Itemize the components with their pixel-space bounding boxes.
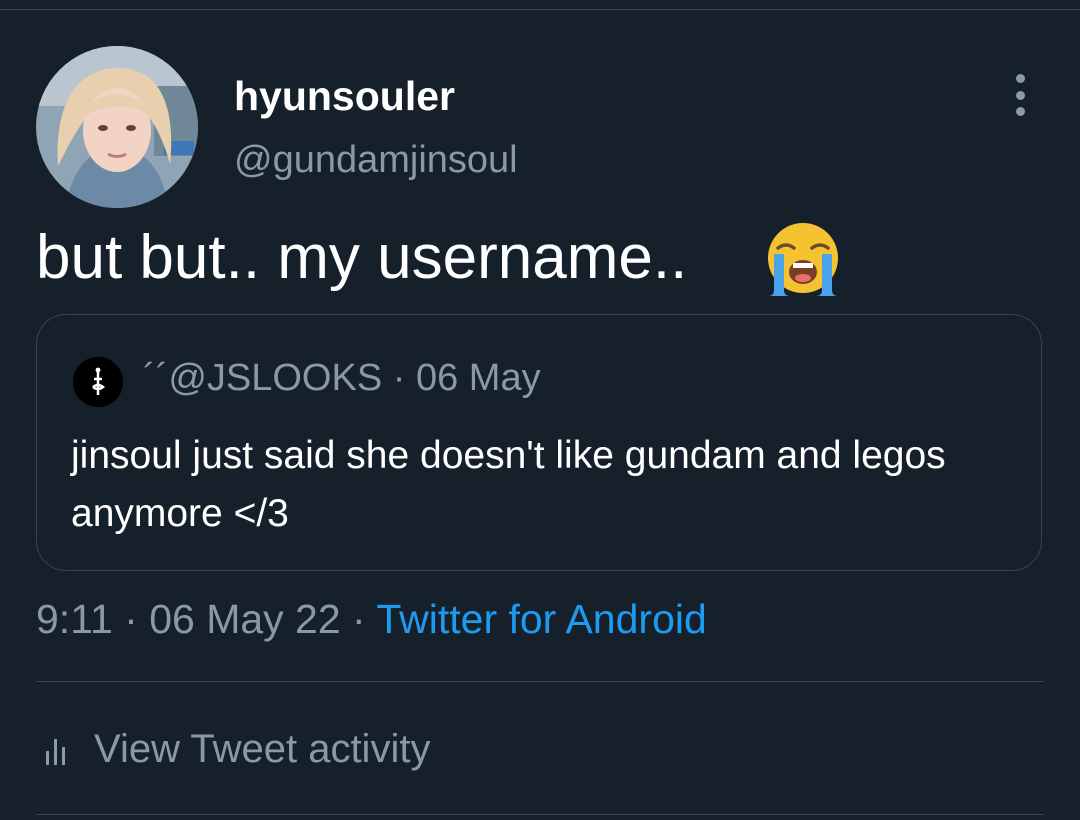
meta-separator: · bbox=[112, 596, 150, 642]
bar-chart-icon bbox=[46, 739, 65, 765]
display-name[interactable]: hyunsouler bbox=[234, 72, 455, 120]
quoted-avatar-logo bbox=[73, 357, 123, 407]
header-separator: · bbox=[382, 357, 416, 399]
quoted-author-handle[interactable]: @JSLOOKS bbox=[168, 357, 382, 399]
quoted-tweet-text: jinsoul just said she doesn't like gunda… bbox=[71, 434, 946, 535]
view-tweet-activity-label: View Tweet activity bbox=[94, 727, 431, 771]
tweet-text: but but.. my username.. bbox=[36, 223, 688, 292]
quoted-author-avatar[interactable] bbox=[73, 357, 123, 407]
tweet-time[interactable]: 9:11 bbox=[36, 596, 113, 642]
meta-separator: · bbox=[340, 596, 377, 642]
more-options-button[interactable] bbox=[1004, 74, 1036, 116]
author-handle[interactable]: @gundamjinsoul bbox=[234, 137, 518, 183]
more-dot bbox=[1015, 74, 1025, 83]
author-avatar[interactable] bbox=[36, 46, 198, 208]
avatar-photo bbox=[36, 46, 198, 208]
loudly-crying-face-icon bbox=[768, 223, 838, 296]
quoted-tweet-date: 06 May bbox=[415, 357, 541, 399]
bottom-divider bbox=[36, 814, 1044, 815]
more-dot bbox=[1015, 107, 1025, 116]
more-dot bbox=[1015, 90, 1025, 100]
view-tweet-activity-button[interactable]: View Tweet activity bbox=[36, 722, 430, 776]
tweet-source-link[interactable]: Twitter for Android bbox=[376, 596, 706, 642]
quoted-tweet-card[interactable]: ´´@JSLOOKS · 06 May jinsoul just said sh… bbox=[36, 314, 1042, 571]
quoted-author-mark: ´´ bbox=[143, 357, 169, 399]
section-divider bbox=[36, 681, 1044, 682]
tweet-metadata: 9:11 · 06 May 22 · Twitter for Android bbox=[36, 594, 707, 644]
quoted-tweet-header: ´´@JSLOOKS · 06 May bbox=[143, 355, 541, 401]
top-divider bbox=[0, 9, 1080, 10]
tweet-date[interactable]: 06 May 22 bbox=[149, 596, 340, 642]
